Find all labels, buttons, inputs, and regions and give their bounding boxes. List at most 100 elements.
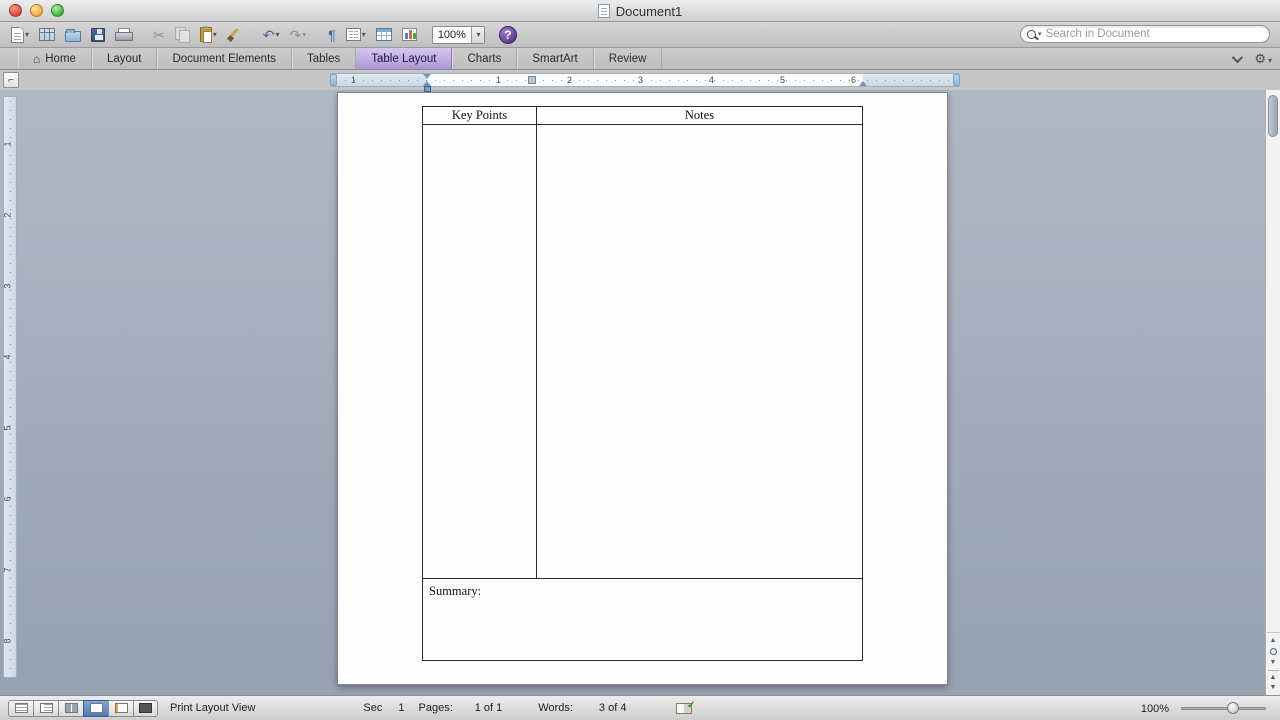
document-page[interactable]: Key Points Notes Summary: [337, 92, 948, 685]
summary-cell[interactable]: Summary: [423, 580, 862, 660]
tab-review-label: Review [609, 53, 647, 65]
open-button[interactable] [62, 24, 84, 46]
table-button[interactable] [373, 24, 395, 46]
tab-home-label: Home [45, 53, 76, 65]
zoom-select[interactable]: 100% ▾ [432, 26, 485, 44]
vertical-ruler[interactable]: 1 2 3 4 5 6 7 8 [3, 96, 17, 678]
left-margin-handle[interactable] [330, 74, 337, 86]
print-icon [115, 28, 131, 41]
pages-value[interactable]: 1 of 1 [475, 702, 503, 714]
undo-button[interactable]: ↶ ▾ [260, 24, 283, 46]
section-label: Sec [363, 702, 382, 714]
zoom-slider-track[interactable] [1181, 707, 1266, 710]
status-zoom-value[interactable]: 100% [1141, 703, 1169, 715]
section-value: 1 [398, 702, 404, 714]
new-document-button[interactable]: ▾ [8, 24, 32, 46]
columns-dropdown-icon[interactable]: ▾ [362, 30, 366, 39]
scrollbar-thumb[interactable] [1268, 95, 1278, 137]
scroll-down-button[interactable]: ▼ [1270, 683, 1277, 693]
table-header-cell-notes[interactable]: Notes [537, 107, 862, 124]
gallery-button[interactable] [36, 24, 58, 46]
search-box[interactable]: ▾ [1020, 25, 1270, 43]
save-icon [91, 28, 105, 42]
pages-label: Pages: [419, 702, 453, 714]
notebook-layout-button[interactable] [108, 700, 133, 717]
words-value[interactable]: 3 of 4 [599, 702, 627, 714]
table-icon [376, 28, 392, 41]
window-title: Document1 [616, 4, 682, 19]
vruler-number: 5 [3, 425, 13, 430]
tab-smartart[interactable]: SmartArt [517, 48, 593, 69]
focus-view-button[interactable] [133, 700, 158, 717]
spelling-check-icon: ✓ [687, 700, 695, 711]
table-column-marker[interactable] [528, 76, 536, 84]
tab-document-elements-label: Document Elements [172, 53, 276, 65]
format-painter-button[interactable] [224, 24, 244, 46]
vruler-number: 8 [3, 638, 13, 643]
tab-document-elements[interactable]: Document Elements [157, 48, 292, 69]
tab-table-layout[interactable]: Table Layout [356, 48, 452, 69]
ribbon-tab-bar: ⌂ Home Layout Document Elements Tables T… [0, 48, 1280, 70]
document-area: 1 2 3 4 5 6 7 8 Key Points Notes [0, 90, 1280, 695]
ribbon-collapse-icon[interactable] [1232, 52, 1243, 63]
key-points-cell[interactable] [423, 125, 536, 578]
pilcrow-icon: ¶ [328, 28, 336, 42]
redo-dropdown-icon[interactable]: ▾ [302, 30, 306, 39]
document-icon [598, 4, 610, 18]
publishing-layout-button[interactable] [58, 700, 83, 717]
tab-home[interactable]: ⌂ Home [18, 48, 92, 69]
browse-object-controls: ▲ ▼ ▲ ▼ [1265, 632, 1280, 695]
select-browse-object-button[interactable] [1270, 648, 1277, 655]
scroll-up-button[interactable]: ▲ [1270, 673, 1277, 683]
tab-stop-selector[interactable]: ⌐ [3, 72, 19, 88]
right-margin-handle[interactable] [953, 74, 960, 86]
print-button[interactable] [112, 24, 134, 46]
vruler-number: 6 [3, 496, 13, 501]
title-bar: Document1 [0, 0, 1280, 22]
table-header-cell-key-points[interactable]: Key Points [423, 107, 536, 124]
zoom-stepper[interactable]: ▾ [471, 27, 484, 43]
right-indent-marker[interactable] [859, 81, 867, 86]
chart-button[interactable] [399, 24, 420, 46]
search-scope-dropdown-icon[interactable]: ▾ [1038, 30, 1042, 38]
paste-dropdown-icon[interactable]: ▾ [213, 30, 217, 39]
print-layout-button[interactable] [83, 700, 108, 717]
zoom-slider[interactable] [1181, 696, 1266, 720]
search-input[interactable] [1046, 28, 1263, 40]
first-line-indent-marker[interactable] [423, 74, 431, 79]
outline-view-button[interactable] [33, 700, 58, 717]
columns-button[interactable]: ▾ [343, 24, 369, 46]
show-formatting-button[interactable]: ¶ [325, 24, 339, 46]
tab-charts-label: Charts [467, 53, 501, 65]
ruler-number: 1 [351, 75, 356, 85]
notes-table[interactable]: Key Points Notes Summary: [422, 106, 863, 661]
paste-button[interactable]: ▾ [197, 24, 220, 46]
cut-button[interactable]: ✂ [150, 24, 168, 46]
redo-button[interactable]: ↷ ▾ [287, 24, 310, 46]
undo-dropdown-icon[interactable]: ▾ [276, 30, 280, 39]
horizontal-ruler[interactable]: 1 1 2 3 4 5 6 [330, 73, 960, 87]
tab-tables[interactable]: Tables [292, 48, 356, 69]
words-label: Words: [538, 702, 573, 714]
zoom-slider-thumb[interactable] [1227, 702, 1239, 714]
focus-view-icon [139, 703, 152, 713]
draft-view-button[interactable] [8, 700, 33, 717]
ribbon-settings-button[interactable]: ⚙▾ [1254, 51, 1272, 67]
copy-button[interactable] [172, 24, 193, 46]
copy-icon [175, 27, 190, 42]
save-button[interactable] [88, 24, 108, 46]
new-document-dropdown-icon[interactable]: ▾ [25, 30, 29, 39]
tab-layout[interactable]: Layout [92, 48, 158, 69]
tab-review[interactable]: Review [594, 48, 663, 69]
vertical-scrollbar[interactable] [1265, 90, 1280, 695]
notes-cell[interactable] [537, 125, 862, 578]
help-button[interactable]: ? [499, 26, 517, 44]
tab-stop-icon: ⌐ [8, 75, 14, 86]
spelling-status-icon[interactable]: ✓ [676, 703, 692, 714]
tab-charts[interactable]: Charts [452, 48, 517, 69]
gallery-icon [39, 28, 55, 41]
tab-tables-label: Tables [307, 53, 340, 65]
left-indent-square[interactable] [424, 86, 431, 92]
next-page-button[interactable]: ▼ [1270, 657, 1277, 668]
previous-page-button[interactable]: ▲ [1270, 635, 1277, 646]
